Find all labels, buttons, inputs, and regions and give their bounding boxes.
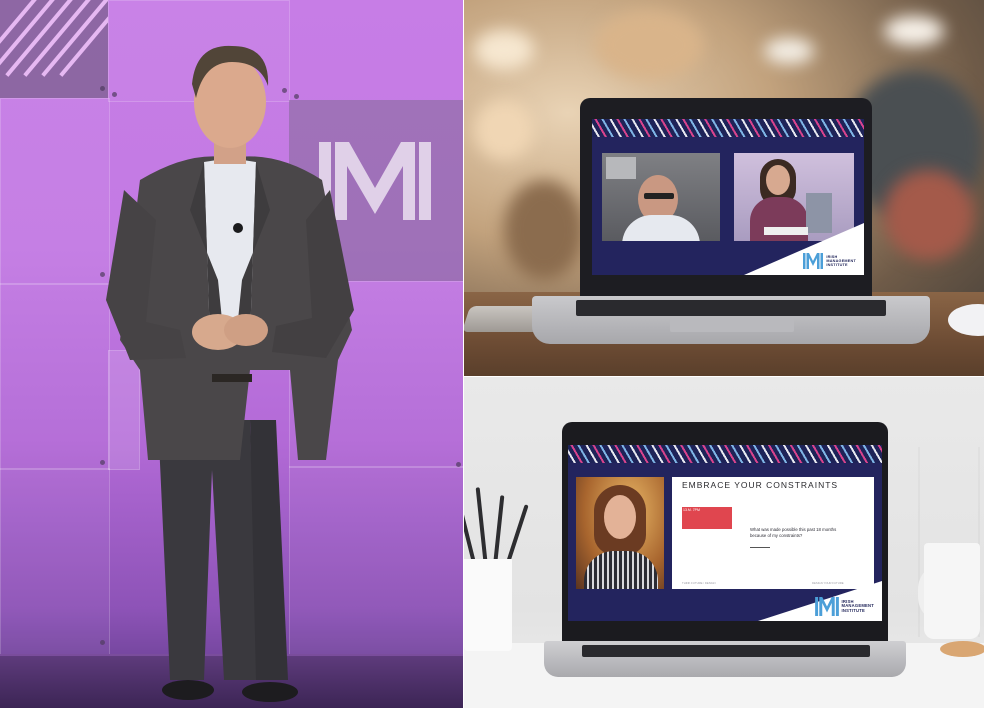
slide-question: What was made possible this past 18 mont… xyxy=(750,527,837,538)
wooden-coaster xyxy=(940,641,984,657)
cafe-laptop-photo: IRISH MANAGEMENT INSTITUTE xyxy=(464,0,984,376)
pencil xyxy=(475,487,488,568)
slide-content: EMBRACE YOUR CONSTRAINTS 13.M. 7PM What … xyxy=(672,477,874,589)
webinar-screen: EMBRACE YOUR CONSTRAINTS 13.M. 7PM What … xyxy=(568,445,882,621)
imi-logo: IRISH MANAGEMENT INSTITUTE xyxy=(814,597,874,616)
participant-video-man xyxy=(602,153,720,241)
laptop-keyboard xyxy=(576,300,886,316)
red-label-text: 13.M. 7PM xyxy=(683,508,700,512)
video-call-screen: IRISH MANAGEMENT INSTITUTE xyxy=(592,119,864,275)
wall-panel xyxy=(0,283,110,470)
bokeh-light xyxy=(474,30,534,70)
slide-footer-left: THINK FUTURE / DESIGN xyxy=(682,581,716,585)
imi-logo-line: INSTITUTE xyxy=(841,607,865,613)
wall-panel xyxy=(0,468,110,660)
desk-laptop-photo: EMBRACE YOUR CONSTRAINTS 13.M. 7PM What … xyxy=(464,377,984,708)
laptop-keyboard xyxy=(582,645,870,657)
white-mug xyxy=(924,543,980,639)
laptop-trackpad xyxy=(670,318,794,332)
brand-stripe-banner xyxy=(568,445,882,463)
presenter-video xyxy=(576,477,664,589)
slide-title: EMBRACE YOUR CONSTRAINTS xyxy=(682,480,839,490)
imi-logo-icon xyxy=(803,253,824,269)
brand-stripe-banner xyxy=(592,119,864,137)
pencil-cup xyxy=(464,559,512,651)
speaker-stage-photo xyxy=(0,0,463,708)
striped-wall-tile xyxy=(0,0,108,98)
question-underline xyxy=(750,547,770,548)
speaker-figure xyxy=(106,45,354,702)
imi-logo-icon xyxy=(814,597,839,616)
red-label-box: 13.M. 7PM xyxy=(682,507,732,529)
wall-panel xyxy=(0,98,110,285)
imi-logo: IRISH MANAGEMENT INSTITUTE xyxy=(803,253,856,269)
photo-collage: IRISH MANAGEMENT INSTITUTE EMBRACE YOUR … xyxy=(0,0,984,708)
imi-logo-line: INSTITUTE xyxy=(826,262,848,267)
